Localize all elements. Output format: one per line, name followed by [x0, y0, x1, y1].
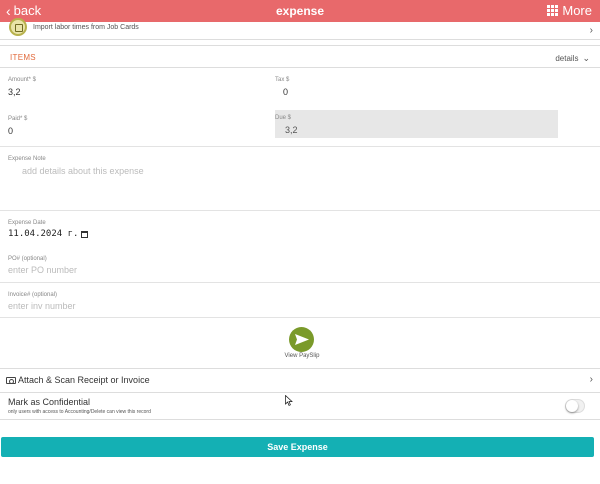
save-expense-button[interactable]: Save Expense — [1, 437, 594, 457]
confidential-row: Mark as Confidential only users with acc… — [0, 393, 600, 420]
amount-input[interactable]: 3,2 — [8, 87, 21, 97]
mouse-cursor-icon — [285, 395, 293, 406]
due-value: 3,2 — [285, 125, 298, 135]
attach-receipt-row[interactable]: Attach & Scan Receipt or Invoice › — [0, 368, 600, 393]
po-input[interactable]: enter PO number — [8, 265, 77, 275]
attach-receipt-label: Attach & Scan Receipt or Invoice — [18, 375, 150, 385]
chevron-right-icon: › — [589, 25, 593, 36]
amount-label: Amount* $ — [8, 77, 37, 83]
divider — [0, 146, 600, 147]
more-button[interactable]: More — [547, 3, 592, 18]
confidential-subtitle: only users with access to Accounting/Del… — [8, 409, 151, 415]
expense-date-value: 11.04.2024 г. — [8, 229, 79, 239]
details-dropdown[interactable]: details ⌄ — [555, 53, 590, 64]
top-navbar: ‹ back expense More — [0, 0, 600, 22]
expense-note-label: Expense Note — [8, 156, 46, 162]
tax-label: Tax $ — [275, 77, 290, 83]
invoice-label: Invoice# (optional) — [8, 292, 58, 298]
due-field: Due $ 3,2 — [275, 110, 558, 138]
page-title: expense — [275, 4, 325, 18]
import-labor-label: Import labor times from Job Cards — [33, 24, 139, 31]
items-title: ITEMS — [10, 53, 36, 62]
send-icon — [295, 334, 309, 345]
confidential-title: Mark as Confidential — [8, 397, 91, 407]
camera-icon — [6, 377, 16, 384]
invoice-input[interactable]: enter inv number — [8, 301, 76, 311]
expense-note-textarea[interactable]: add details about this expense — [22, 166, 144, 176]
calendar-icon[interactable] — [81, 230, 89, 238]
view-payslip-button[interactable] — [289, 327, 314, 352]
po-label: PO# (optional) — [8, 256, 47, 262]
chevron-right-icon: › — [589, 374, 593, 385]
expense-date-input[interactable]: 11.04.2024 г. — [8, 229, 89, 239]
divider — [0, 317, 600, 318]
paid-label: Paid* $ — [8, 116, 28, 122]
divider — [0, 282, 600, 283]
confidential-toggle[interactable] — [565, 399, 585, 413]
details-label: details — [555, 54, 579, 63]
paid-input[interactable]: 0 — [8, 126, 13, 136]
expense-date-label: Expense Date — [8, 220, 46, 226]
more-label: More — [562, 3, 592, 18]
import-labor-row[interactable]: Import labor times from Job Cards › — [0, 18, 600, 40]
divider — [0, 210, 600, 211]
tax-input[interactable]: 0 — [283, 87, 288, 97]
job-card-icon — [9, 18, 27, 36]
chevron-down-icon: ⌄ — [582, 53, 590, 63]
due-label: Due $ — [275, 115, 292, 121]
toggle-knob — [566, 400, 578, 412]
view-payslip-label: View PaySlip — [284, 353, 320, 359]
items-section-header: ITEMS details ⌄ — [0, 45, 600, 68]
grid-icon — [547, 5, 559, 16]
